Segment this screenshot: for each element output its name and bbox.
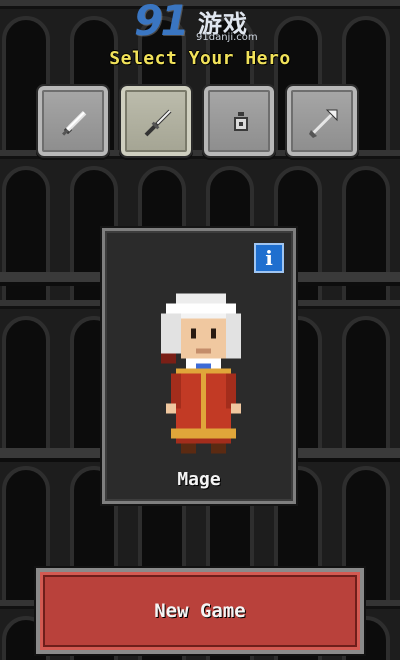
class-huntress-button[interactable] (285, 84, 359, 158)
hero-name: Mage (177, 469, 221, 490)
sword-icon (62, 110, 87, 136)
class-mage-button[interactable] (202, 84, 276, 158)
dagger-icon (144, 109, 172, 137)
class-rogue-button[interactable] (119, 84, 193, 158)
arrow-icon (309, 109, 338, 138)
page-title: Select Your Hero (109, 48, 291, 69)
site-watermark: 91 游戏 91danji.com (134, 0, 274, 52)
amulet-icon (234, 112, 248, 131)
watermark-number: 91 (134, 0, 189, 45)
watermark-domain: 91danji.com (196, 32, 258, 43)
class-warrior-button[interactable] (36, 84, 110, 158)
hero-panel: i Mage (102, 228, 296, 504)
info-button[interactable]: i (254, 243, 284, 273)
new-game-label: New Game (154, 600, 246, 622)
mage-hero-sprite (161, 293, 241, 454)
new-game-button[interactable]: New Game (36, 568, 364, 654)
